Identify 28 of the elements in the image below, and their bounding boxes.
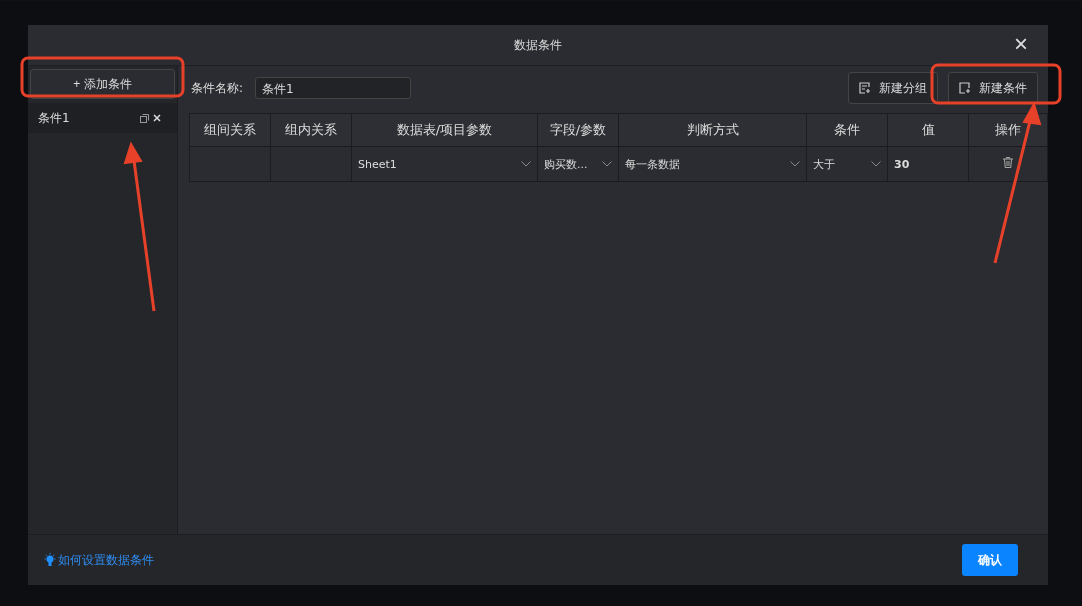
column-header: 判断方式 xyxy=(618,113,807,147)
copy-icon[interactable] xyxy=(140,113,149,123)
column-header: 组间关系 xyxy=(189,113,271,147)
column-header: 值 xyxy=(887,113,969,147)
close-button[interactable]: × xyxy=(1010,31,1032,57)
value-input[interactable]: 30 xyxy=(894,157,910,171)
chevron-down-icon xyxy=(521,161,531,167)
delete-icon[interactable] xyxy=(1003,157,1013,168)
new-group-button[interactable]: 新建分组 xyxy=(848,72,938,104)
condition-name: 条件1 xyxy=(38,109,71,127)
field-label: 条件名称: xyxy=(191,79,244,97)
condition-list-item[interactable]: 条件1 xyxy=(28,103,177,133)
condition-name-field[interactable]: 条件1 xyxy=(255,77,412,99)
dialog-title: 数据条件 xyxy=(514,36,562,54)
confirm-button[interactable]: 确认 xyxy=(962,544,1018,576)
lightbulb-icon xyxy=(44,553,56,567)
close-icon[interactable] xyxy=(153,114,161,122)
add-item-icon xyxy=(959,82,971,94)
column-header: 字段/参数 xyxy=(537,113,619,147)
chevron-down-icon xyxy=(602,161,612,167)
chevron-down-icon xyxy=(871,161,881,167)
new-condition-button[interactable]: 新建条件 xyxy=(948,72,1038,104)
add-group-icon xyxy=(859,82,871,94)
column-header: 条件 xyxy=(806,113,888,147)
chevron-down-icon xyxy=(790,161,800,167)
column-header: 组内关系 xyxy=(270,113,352,147)
help-link[interactable]: 如何设置数据条件 xyxy=(44,551,154,569)
column-header: 数据表/项目参数 xyxy=(351,113,538,147)
